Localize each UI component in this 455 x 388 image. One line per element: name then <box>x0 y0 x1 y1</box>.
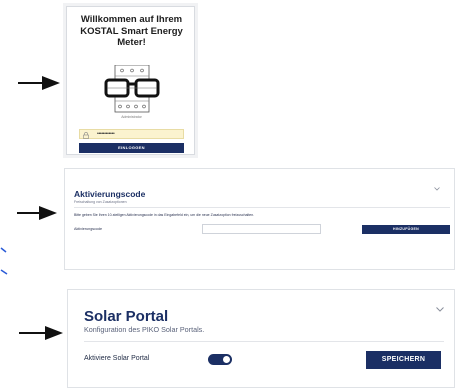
password-field[interactable]: •••••••••••• <box>79 129 184 139</box>
chevron-down-icon[interactable] <box>434 187 440 191</box>
activation-code-label: Aktivierungscode <box>74 227 103 231</box>
save-button[interactable]: SPEICHERN <box>366 351 441 369</box>
solar-portal-toggle[interactable] <box>208 354 232 365</box>
chevron-down-icon[interactable] <box>436 307 444 312</box>
toggle-knob <box>223 356 230 363</box>
arrow-right-icon <box>19 326 63 340</box>
solar-portal-toggle-label: Aktiviere Solar Portal <box>84 355 150 362</box>
activation-hint: Bitte geben Sie Ihren 10-stelligen Aktiv… <box>74 213 255 217</box>
username-label: Administrator <box>121 115 142 119</box>
arrow-right-icon <box>17 206 57 220</box>
login-card: Willkommen auf Ihrem KOSTAL Smart Energy… <box>66 6 195 155</box>
login-title: Willkommen auf Ihrem KOSTAL Smart Energy… <box>80 14 183 48</box>
divider <box>74 207 450 208</box>
add-button[interactable]: HINZUFÜGEN <box>362 225 450 234</box>
activation-subtitle: Freischaltung von Zusatzoptionen <box>74 200 127 204</box>
login-button[interactable]: EINLOGGEN <box>79 143 184 153</box>
activation-title: Aktivierungscode <box>74 189 146 199</box>
smart-meter-icon <box>104 65 160 113</box>
divider <box>84 341 444 342</box>
arrow-right-icon <box>18 76 60 90</box>
solar-portal-subtitle: Konfiguration des PIKO Solar Portals. <box>84 325 205 334</box>
cropped-mark <box>0 247 8 275</box>
activation-card: Aktivierungscode Freischaltung von Zusat… <box>64 168 455 270</box>
lock-icon <box>83 131 89 139</box>
password-value: •••••••••••• <box>97 131 115 137</box>
activation-code-input[interactable] <box>202 224 321 234</box>
solar-portal-title: Solar Portal <box>84 308 169 325</box>
solar-portal-card: Solar Portal Konfiguration des PIKO Sola… <box>67 289 455 388</box>
